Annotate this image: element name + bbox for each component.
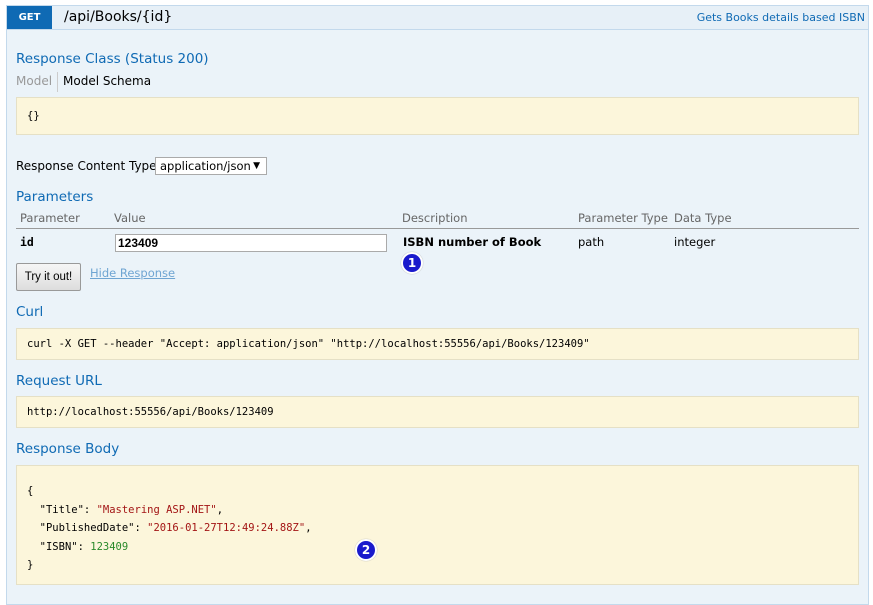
http-method-badge[interactable]: GET — [7, 6, 52, 29]
endpoint-path[interactable]: /api/Books/{id} — [64, 6, 172, 28]
parameters-title: Parameters — [16, 189, 94, 205]
callout-badge-1: 1 — [401, 252, 423, 274]
json-open: { — [27, 485, 34, 497]
param-description: ISBN number of Book — [403, 235, 542, 249]
curl-panel: curl -X GET --header "Accept: applicatio… — [16, 328, 859, 360]
response-class-title: Response Class (Status 200) — [16, 51, 209, 67]
request-url-panel: http://localhost:55556/api/Books/123409 — [16, 396, 859, 428]
content-type-select[interactable]: application/json ▼ — [155, 157, 267, 175]
callout-badge-2: 2 — [355, 539, 377, 561]
request-url-title: Request URL — [16, 373, 102, 389]
param-name: id — [20, 235, 34, 249]
tab-model[interactable]: Model — [16, 74, 52, 88]
col-value: Value — [114, 211, 146, 225]
col-parameter: Parameter — [20, 211, 80, 225]
param-id-input[interactable] — [115, 234, 387, 252]
col-parameter-type: Parameter Type — [578, 211, 668, 225]
response-body-panel: { "Title": "Mastering ASP.NET", "Publish… — [16, 465, 859, 585]
json-close: } — [27, 559, 34, 571]
try-it-out-button[interactable]: Try it out! — [16, 263, 81, 291]
param-data-type: integer — [674, 235, 716, 249]
content-type-value: application/json — [160, 159, 251, 173]
chevron-down-icon: ▼ — [253, 161, 260, 171]
endpoint-summary[interactable]: Gets Books details based ISBN — [697, 6, 865, 29]
tab-model-schema[interactable]: Model Schema — [63, 74, 151, 88]
curl-title: Curl — [16, 304, 44, 320]
json-field: "PublishedDate": "2016-01-27T12:49:24.88… — [39, 522, 312, 534]
hide-response-link[interactable]: Hide Response — [90, 266, 175, 280]
col-data-type: Data Type — [674, 211, 732, 225]
json-field: "Title": "Mastering ASP.NET", — [39, 503, 224, 516]
json-field: "ISBN": 123409 — [39, 540, 129, 553]
content-type-label: Response Content Type — [16, 159, 157, 173]
param-type: path — [578, 235, 605, 249]
model-schema-panel: {} — [16, 97, 859, 135]
col-description: Description — [402, 211, 468, 225]
response-body-title: Response Body — [16, 441, 120, 457]
